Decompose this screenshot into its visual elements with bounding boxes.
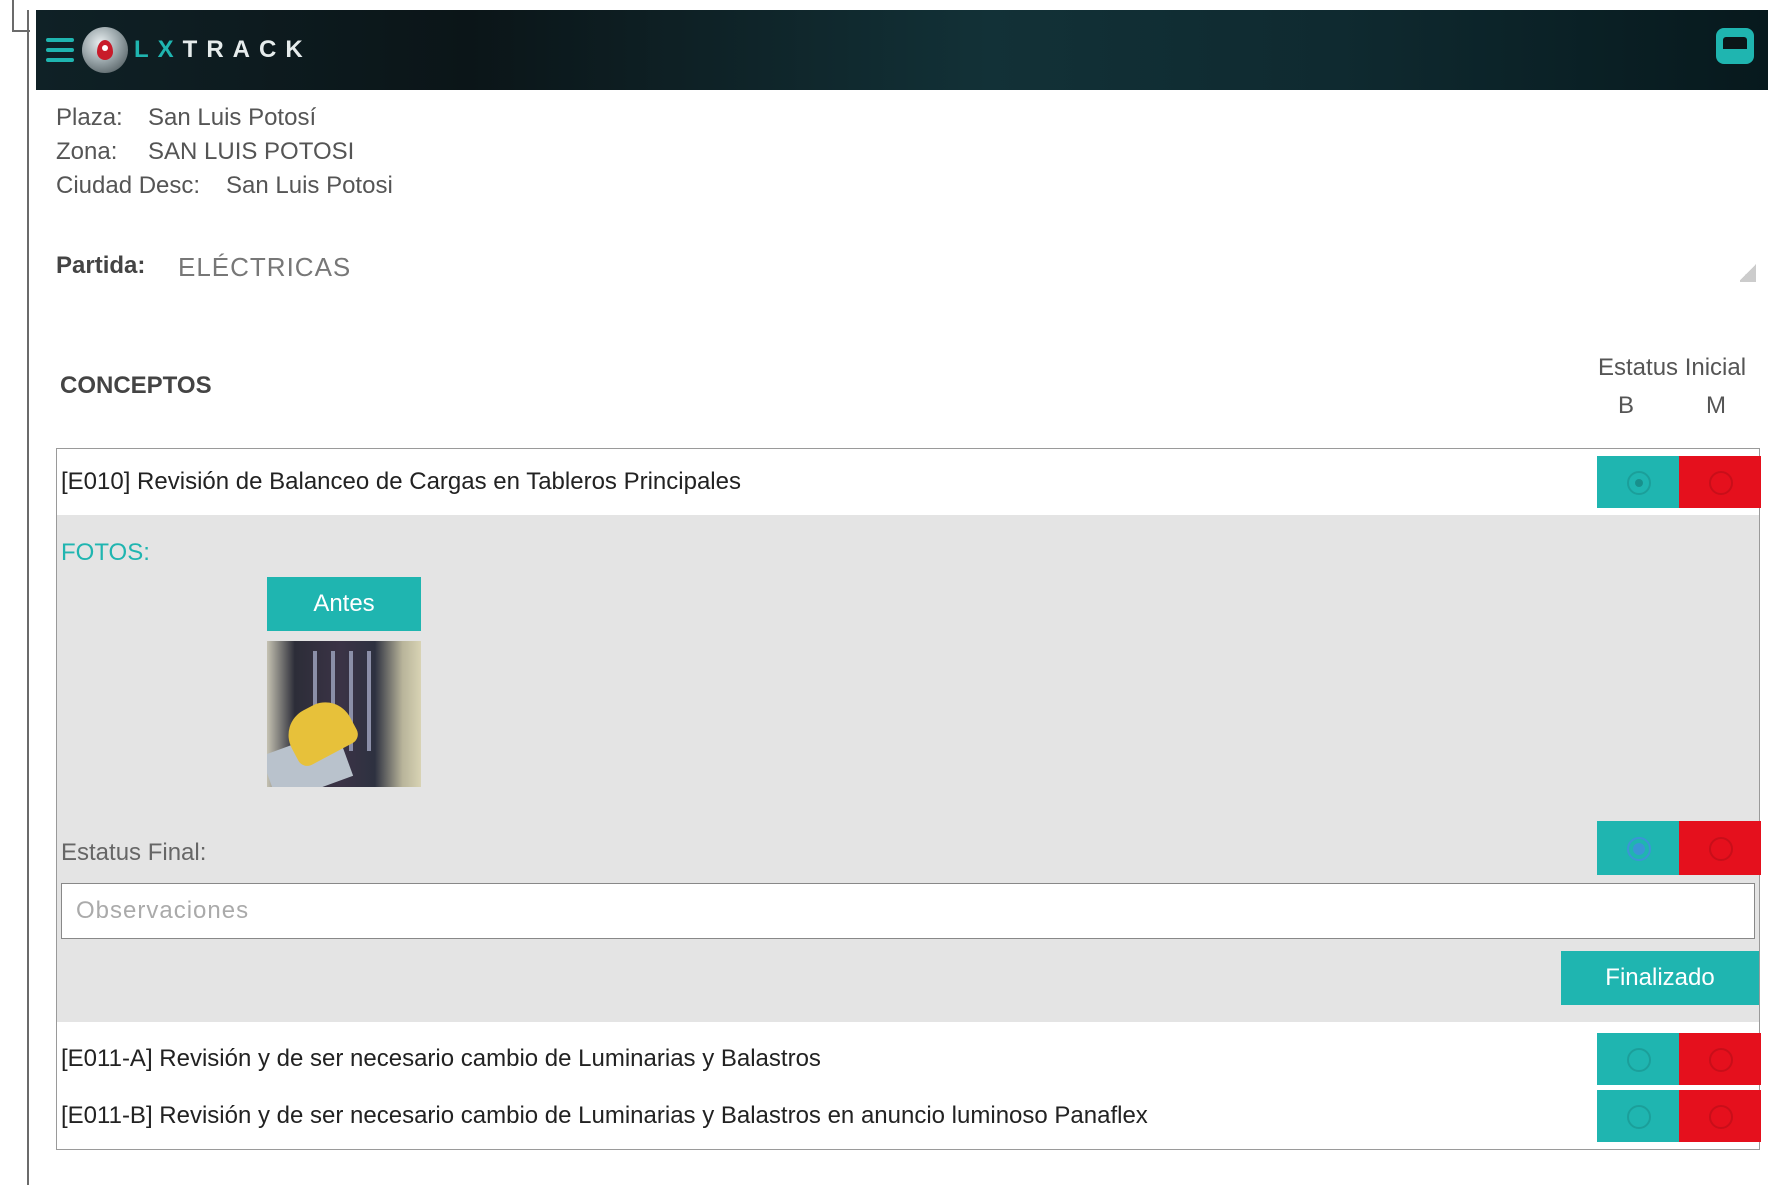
top-app-bar: LXTRACK xyxy=(36,10,1768,90)
radio-b-icon[interactable] xyxy=(1627,471,1651,495)
concept-detail-panel: FOTOS: Antes Estatus Final: Finalizado xyxy=(57,515,1761,1022)
column-b-header: B xyxy=(1618,392,1635,419)
radio-final-b-icon[interactable] xyxy=(1627,837,1651,861)
estatus-inicial-header: Estatus Inicial xyxy=(1598,354,1747,381)
ciudad-row: Ciudad Desc: San Luis Potosi xyxy=(56,172,393,200)
hamburger-menu-icon[interactable] xyxy=(46,38,74,62)
logo-pin-icon xyxy=(82,27,128,73)
concepts-list: [E010] Revisión de Balanceo de Cargas en… xyxy=(56,448,1761,1150)
concept-text: [E011-A] Revisión y de ser necesario cam… xyxy=(61,1045,821,1072)
concept-row-e011-b[interactable]: [E011-B] Revisión y de ser necesario cam… xyxy=(57,1087,1761,1145)
ciudad-label: Ciudad Desc: xyxy=(56,172,201,199)
final-status-b-toggle[interactable] xyxy=(1597,821,1679,875)
resize-handle-icon[interactable] xyxy=(1740,262,1756,282)
conceptos-title: CONCEPTOS xyxy=(60,372,212,399)
status-b-toggle[interactable] xyxy=(1597,456,1679,508)
radio-final-m-icon[interactable] xyxy=(1709,837,1733,861)
status-m-toggle[interactable] xyxy=(1679,1033,1761,1085)
partida-label: Partida: xyxy=(56,252,146,279)
zona-row: Zona: SAN LUIS POTOSI xyxy=(56,138,354,166)
radio-m-icon[interactable] xyxy=(1709,1048,1733,1072)
concept-row-e011-a[interactable]: [E011-A] Revisión y de ser necesario cam… xyxy=(57,1030,1761,1088)
finalizado-button[interactable]: Finalizado xyxy=(1561,951,1759,1005)
antes-photo-thumbnail[interactable] xyxy=(267,641,421,787)
antes-button[interactable]: Antes xyxy=(267,577,421,631)
ciudad-value: San Luis Potosi xyxy=(226,172,393,199)
plaza-label: Plaza: xyxy=(56,104,123,131)
inbox-icon[interactable] xyxy=(1716,28,1754,64)
zona-value: SAN LUIS POTOSI xyxy=(148,138,355,165)
radio-b-icon[interactable] xyxy=(1627,1105,1651,1129)
radio-m-icon[interactable] xyxy=(1709,471,1733,495)
estatus-final-label: Estatus Final: xyxy=(61,839,207,866)
app-brand: LXTRACK xyxy=(134,36,312,64)
status-b-toggle[interactable] xyxy=(1597,1090,1679,1142)
status-b-toggle[interactable] xyxy=(1597,1033,1679,1085)
final-status-m-toggle[interactable] xyxy=(1679,821,1761,875)
window-frame-edge xyxy=(27,10,29,1185)
plaza-row: Plaza: San Luis Potosí xyxy=(56,104,316,132)
concept-row-e010[interactable]: [E010] Revisión de Balanceo de Cargas en… xyxy=(57,453,1761,511)
concept-text: [E010] Revisión de Balanceo de Cargas en… xyxy=(61,468,741,495)
status-m-toggle[interactable] xyxy=(1679,1090,1761,1142)
brand-suffix: TRACK xyxy=(182,36,312,63)
zona-label: Zona: xyxy=(56,138,118,165)
column-m-header: M xyxy=(1706,392,1726,419)
observaciones-input[interactable] xyxy=(61,883,1755,939)
partida-value[interactable]: ELÉCTRICAS xyxy=(178,252,351,283)
plaza-value: San Luis Potosí xyxy=(148,104,317,131)
fotos-label: FOTOS: xyxy=(61,539,150,566)
radio-b-icon[interactable] xyxy=(1627,1048,1651,1072)
radio-m-icon[interactable] xyxy=(1709,1105,1733,1129)
brand-prefix: LX xyxy=(134,36,183,63)
status-m-toggle[interactable] xyxy=(1679,456,1761,508)
concept-text: [E011-B] Revisión y de ser necesario cam… xyxy=(61,1102,1148,1129)
